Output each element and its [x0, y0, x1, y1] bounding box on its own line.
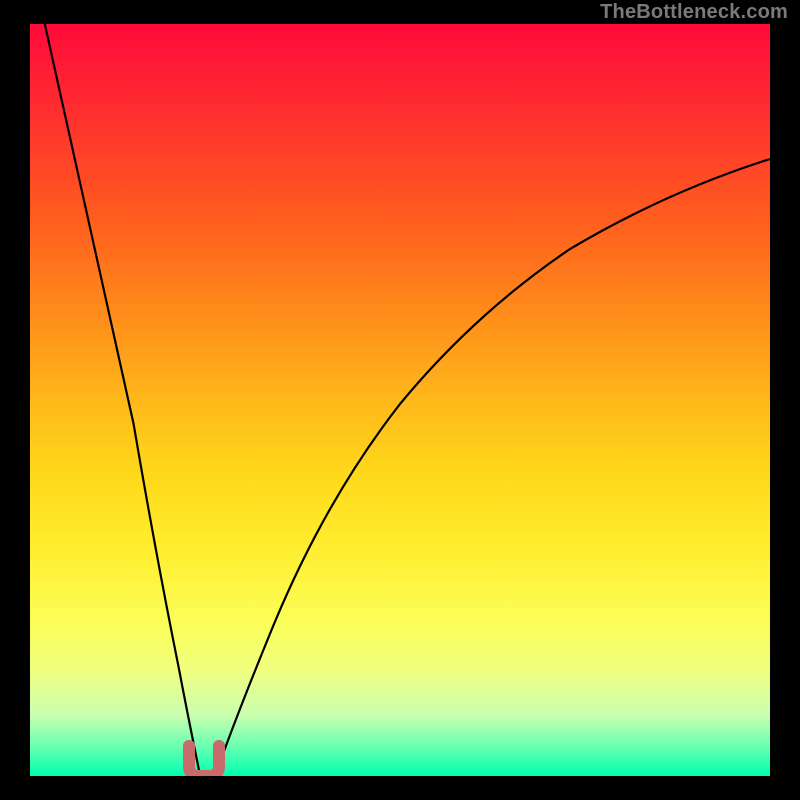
valley-dot-left-1 [183, 740, 195, 752]
valley-dot-right [213, 740, 225, 752]
curve-right-branch [215, 159, 770, 776]
plot-area [30, 24, 770, 776]
watermark-text: TheBottleneck.com [600, 2, 788, 22]
chart-frame: TheBottleneck.com [0, 0, 800, 800]
curve-layer [30, 24, 770, 776]
valley-dot-left-2 [183, 752, 195, 764]
curve-left-branch [45, 24, 200, 776]
